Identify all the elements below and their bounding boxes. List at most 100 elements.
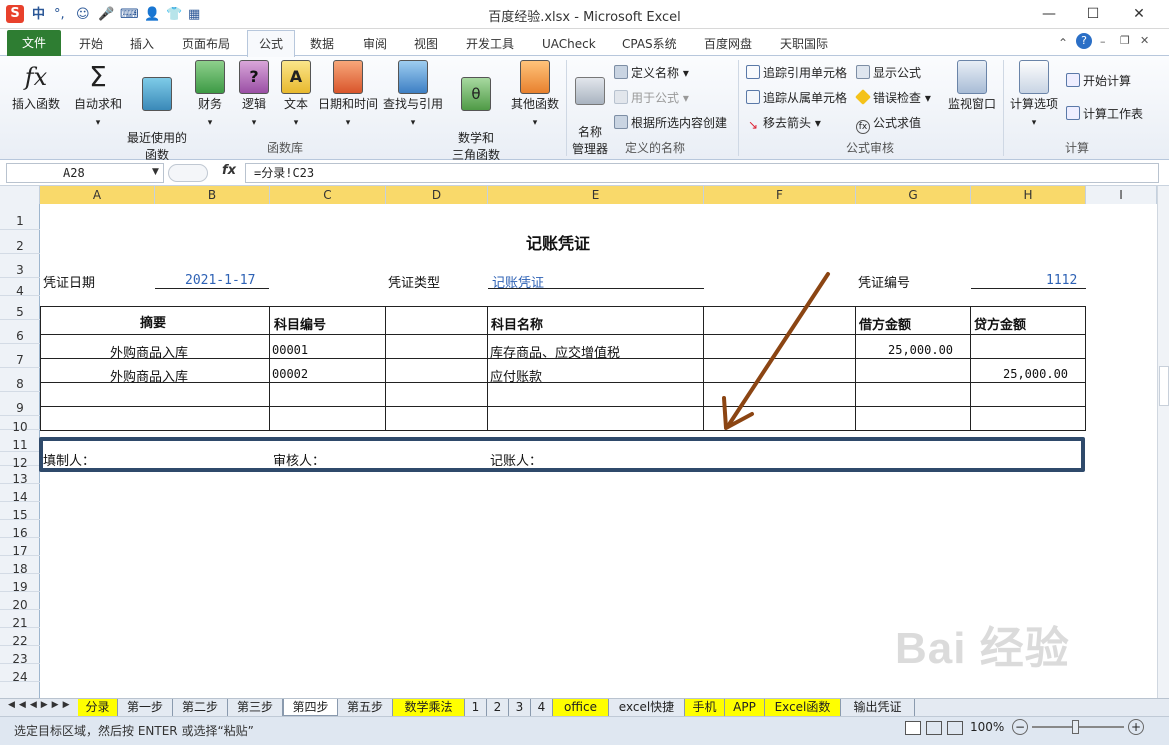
row-header[interactable]: 18	[0, 556, 40, 576]
row-header[interactable]: 11	[0, 430, 40, 452]
row-header[interactable]: 9	[0, 392, 40, 416]
row-header[interactable]: 22	[0, 628, 40, 648]
sheet-tab[interactable]: 1	[465, 699, 487, 716]
close-button[interactable]: ✕	[1124, 4, 1154, 24]
normal-view-icon[interactable]	[905, 721, 921, 735]
autosum-button[interactable]: Σ 自动求和 ▾	[70, 60, 126, 132]
logical-button[interactable]: ? 逻辑 ▾	[236, 60, 272, 132]
column-header-f[interactable]: F	[704, 186, 856, 204]
row-header[interactable]: 15	[0, 502, 40, 522]
more-functions-button[interactable]: 其他函数 ▾	[506, 60, 564, 132]
row-header[interactable]: 2	[0, 230, 40, 254]
page-layout-view-icon[interactable]	[926, 721, 942, 735]
sheet-tab[interactable]: 第四步	[283, 699, 338, 716]
column-header-d[interactable]: D	[386, 186, 488, 204]
sheet-tab[interactable]: APP	[725, 699, 765, 716]
recent-functions-button[interactable]: 最近使用的 函数	[126, 60, 188, 164]
tab-developer[interactable]: 开发工具	[460, 34, 520, 56]
column-header-e[interactable]: E	[488, 186, 704, 204]
calculate-now-button[interactable]: 开始计算	[1066, 72, 1131, 90]
help-icon[interactable]: ?	[1076, 33, 1092, 49]
column-header-i[interactable]: I	[1086, 186, 1157, 204]
zoom-out-icon[interactable]: −	[1012, 719, 1028, 735]
workbook-close-icon[interactable]: ✕	[1140, 34, 1149, 47]
insert-function-button[interactable]: fx 插入函数	[6, 60, 66, 113]
sheet-tab[interactable]: 分录	[78, 699, 118, 716]
scrollbar-thumb[interactable]	[1159, 366, 1169, 406]
workbook-restore-icon[interactable]: ❐	[1120, 34, 1130, 47]
formula-controls[interactable]	[168, 164, 208, 182]
column-header-b[interactable]: B	[155, 186, 270, 204]
row-header[interactable]: 6	[0, 320, 40, 344]
zoom-level[interactable]: 100%	[970, 720, 1004, 734]
collapse-ribbon-icon[interactable]: ⌃	[1058, 36, 1068, 50]
page-break-view-icon[interactable]	[947, 721, 963, 735]
row-header[interactable]: 3	[0, 254, 40, 278]
workbook-minimize-icon[interactable]: –	[1100, 35, 1106, 48]
name-box[interactable]: A28	[6, 163, 164, 183]
sheet-tab[interactable]: office	[553, 699, 609, 716]
row-header[interactable]: 4	[0, 278, 40, 298]
sheet-tab[interactable]: 2	[487, 699, 509, 716]
sheet-tab[interactable]: 第二步	[173, 699, 228, 716]
calculate-sheet-button[interactable]: 计算工作表	[1066, 105, 1143, 123]
tab-file[interactable]: 文件	[7, 30, 61, 56]
column-header-a[interactable]: A	[40, 186, 155, 204]
error-checking-button[interactable]: 错误检查 ▾	[855, 89, 931, 107]
lookup-button[interactable]: 查找与引用 ▾	[380, 60, 446, 132]
minimize-button[interactable]: —	[1034, 4, 1064, 24]
row-header[interactable]: 12	[0, 452, 40, 470]
zoom-slider-thumb[interactable]	[1072, 720, 1079, 734]
sheet-tab[interactable]: 3	[509, 699, 531, 716]
tab-tianzhi[interactable]: 天职国际	[774, 34, 834, 56]
maximize-button[interactable]: ☐	[1078, 4, 1108, 24]
tab-review[interactable]: 审阅	[357, 34, 393, 56]
row-header[interactable]: 1	[0, 204, 40, 230]
sheet-tab[interactable]: 4	[531, 699, 553, 716]
row-header[interactable]: 20	[0, 592, 40, 612]
text-button[interactable]: A 文本 ▾	[278, 60, 314, 132]
date-time-button[interactable]: 日期和时间 ▾	[316, 60, 380, 132]
row-header[interactable]: 10	[0, 416, 40, 434]
tab-data[interactable]: 数据	[304, 34, 340, 56]
select-all-corner[interactable]	[0, 186, 40, 204]
tab-page-layout[interactable]: 页面布局	[176, 34, 236, 56]
row-header[interactable]: 8	[0, 368, 40, 392]
define-name-button[interactable]: 定义名称 ▾	[614, 64, 689, 82]
financial-button[interactable]: 财务 ▾	[192, 60, 228, 132]
tab-view[interactable]: 视图	[408, 34, 444, 56]
remove-arrows-button[interactable]: ↘ 移去箭头 ▾	[746, 114, 821, 132]
column-header-g[interactable]: G	[856, 186, 971, 204]
trace-dependents-button[interactable]: 追踪从属单元格	[746, 89, 847, 107]
row-header[interactable]: 13	[0, 466, 40, 486]
watch-window-button[interactable]: 监视窗口	[944, 60, 1000, 113]
row-header[interactable]: 14	[0, 484, 40, 504]
tab-home[interactable]: 开始	[73, 34, 109, 56]
column-header-h[interactable]: H	[971, 186, 1086, 204]
sheet-tab[interactable]: 输出凭证	[841, 699, 915, 716]
fx-button[interactable]: fx	[222, 163, 236, 178]
sheet-tab[interactable]: 第五步	[338, 699, 393, 716]
math-trig-button[interactable]: θ 数学和 三角函数	[448, 60, 504, 164]
formula-input[interactable]: =分录!C23	[245, 163, 1159, 183]
row-header[interactable]: 19	[0, 574, 40, 594]
row-header[interactable]: 7	[0, 344, 40, 368]
sheet-tab[interactable]: excel快捷	[609, 699, 685, 716]
row-header[interactable]: 5	[0, 296, 40, 320]
row-header[interactable]: 21	[0, 610, 40, 630]
sheet-tab[interactable]: 手机	[685, 699, 725, 716]
sheet-tab[interactable]: 第三步	[228, 699, 283, 716]
name-box-dropdown-icon[interactable]: ▼	[152, 167, 159, 177]
tab-insert[interactable]: 插入	[124, 34, 160, 56]
tab-cpas[interactable]: CPAS系统	[616, 34, 683, 56]
tab-baidu-netdisk[interactable]: 百度网盘	[698, 34, 758, 56]
row-header[interactable]: 17	[0, 538, 40, 558]
create-from-selection-button[interactable]: 根据所选内容创建	[614, 114, 727, 132]
sheet-tab[interactable]: 第一步	[118, 699, 173, 716]
row-header[interactable]: 24	[0, 664, 40, 684]
vertical-scrollbar[interactable]	[1157, 186, 1169, 698]
sheet-tab[interactable]: Excel函数	[765, 699, 841, 716]
tab-uacheck[interactable]: UACheck	[536, 34, 602, 56]
sheet-tab[interactable]: 数学乘法	[393, 699, 465, 716]
sheet-nav-arrows-icon[interactable]: ◀◀◀▶▶▶	[8, 700, 74, 710]
